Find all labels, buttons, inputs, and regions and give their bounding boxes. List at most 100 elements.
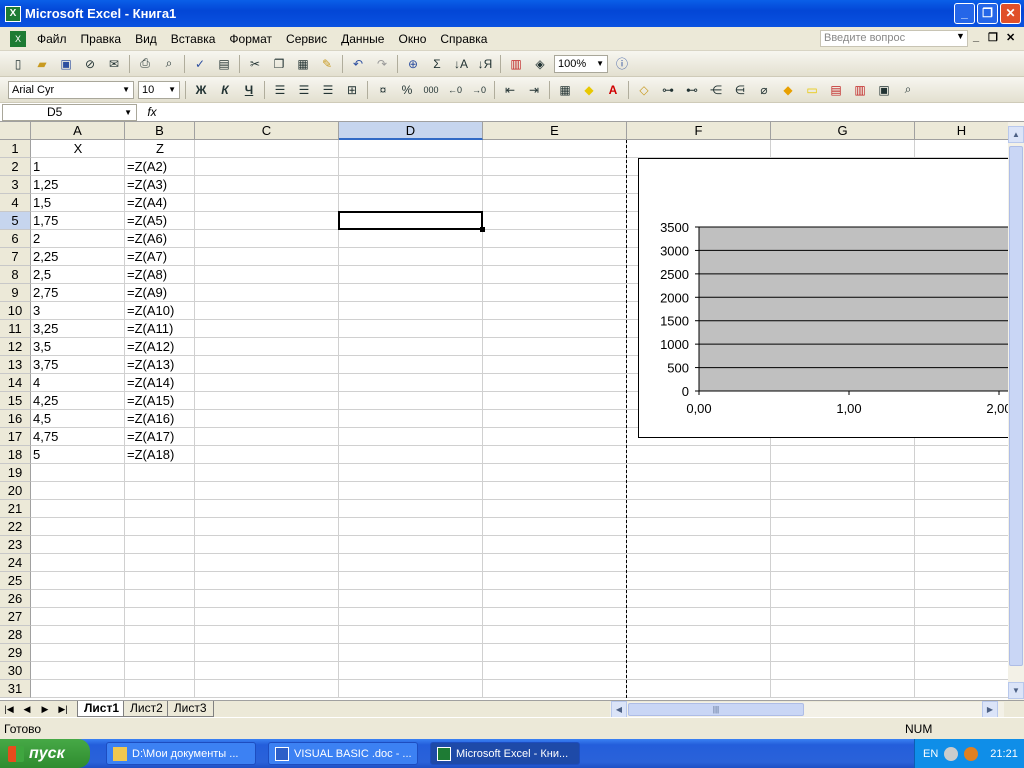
menu-format[interactable]: Формат [222, 32, 279, 46]
scroll-left-icon[interactable]: ◀ [611, 701, 627, 718]
row-header-9[interactable]: 9 [0, 284, 31, 302]
email-icon[interactable]: ✉ [103, 54, 125, 74]
restore-button[interactable]: ❐ [977, 3, 998, 24]
cell-a12[interactable]: 3,5 [31, 338, 125, 356]
language-indicator[interactable]: EN [923, 748, 938, 760]
help-question-input[interactable]: Введите вопрос [820, 30, 968, 47]
cell-a4[interactable]: 1,5 [31, 194, 125, 212]
vertical-scrollbar[interactable]: ▲ ▼ [1008, 122, 1024, 700]
row-header-24[interactable]: 24 [0, 554, 31, 572]
decrease-decimal-icon[interactable]: →0 [468, 80, 490, 100]
font-color-icon[interactable]: A [602, 80, 624, 100]
cell-b15[interactable]: =Z(A15) [125, 392, 195, 410]
evaluate-formula-icon[interactable]: ⌕ [897, 80, 919, 100]
scroll-up-icon[interactable]: ▲ [1008, 126, 1024, 143]
doc-minimize-button[interactable]: _ [973, 31, 979, 43]
cell-b6[interactable]: =Z(A6) [125, 230, 195, 248]
column-header-h[interactable]: H [915, 122, 1008, 140]
merge-center-icon[interactable]: ⊞ [341, 80, 363, 100]
column-header-e[interactable]: E [483, 122, 627, 140]
row-header-7[interactable]: 7 [0, 248, 31, 266]
cell-a6[interactable]: 2 [31, 230, 125, 248]
remove-arrows-icon[interactable]: ⊷ [681, 80, 703, 100]
currency-icon[interactable]: ¤ [372, 80, 394, 100]
sort-descending-icon[interactable]: ↓Я [474, 54, 496, 74]
sheet-tab-2[interactable]: Лист2 [123, 701, 170, 717]
formula-input[interactable] [167, 104, 1024, 121]
row-header-5[interactable]: 5 [0, 212, 31, 230]
horizontal-scrollbar[interactable]: ◀ ||| ▶ [610, 701, 1004, 718]
zoom-select[interactable]: 100% ▼ [554, 54, 608, 73]
prev-sheet-icon[interactable]: ◀ [18, 704, 36, 715]
row-header-1[interactable]: 1 [0, 140, 31, 158]
cell-b7[interactable]: =Z(A7) [125, 248, 195, 266]
increase-decimal-icon[interactable]: ←0 [444, 80, 466, 100]
selected-cell-d5[interactable] [338, 211, 483, 230]
row-header-31[interactable]: 31 [0, 680, 31, 698]
cell-b14[interactable]: =Z(A14) [125, 374, 195, 392]
row-header-29[interactable]: 29 [0, 644, 31, 662]
column-header-d[interactable]: D [339, 122, 483, 140]
cell-a14[interactable]: 4 [31, 374, 125, 392]
row-header-26[interactable]: 26 [0, 590, 31, 608]
paste-icon[interactable]: ▦ [292, 54, 314, 74]
scroll-right-icon[interactable]: ▶ [982, 701, 998, 718]
autosum-icon[interactable]: Σ [426, 54, 448, 74]
row-header-14[interactable]: 14 [0, 374, 31, 392]
new-icon[interactable]: ▯ [7, 54, 29, 74]
column-header-g[interactable]: G [771, 122, 915, 140]
circle-invalid-icon[interactable]: ▤ [825, 80, 847, 100]
start-button[interactable]: пуск [0, 739, 90, 768]
select-all-corner[interactable] [0, 122, 31, 140]
sheet-tab-3[interactable]: Лист3 [166, 701, 214, 717]
sheet-tab-1[interactable]: Лист1 [77, 701, 127, 717]
drawing-icon[interactable]: ◈ [529, 54, 551, 74]
permission-icon[interactable]: ⊘ [79, 54, 101, 74]
cell-a10[interactable]: 3 [31, 302, 125, 320]
row-header-3[interactable]: 3 [0, 176, 31, 194]
doc-close-button[interactable]: ✕ [1006, 31, 1015, 44]
chart-wizard-icon[interactable]: ▥ [505, 54, 527, 74]
row-header-21[interactable]: 21 [0, 500, 31, 518]
align-left-icon[interactable]: ☰ [269, 80, 291, 100]
cell-b18[interactable]: =Z(A18) [125, 446, 195, 464]
row-header-12[interactable]: 12 [0, 338, 31, 356]
row-header-25[interactable]: 25 [0, 572, 31, 590]
help-icon[interactable]: ⓘ [611, 54, 633, 74]
workbook-icon[interactable]: X [10, 30, 26, 47]
save-icon[interactable]: ▣ [55, 54, 77, 74]
cell-a11[interactable]: 3,25 [31, 320, 125, 338]
menu-view[interactable]: Вид [128, 32, 164, 46]
first-sheet-icon[interactable]: |◀ [0, 704, 18, 715]
next-sheet-icon[interactable]: ▶ [36, 704, 54, 715]
menu-help[interactable]: Справка [433, 32, 494, 46]
cell-b11[interactable]: =Z(A11) [125, 320, 195, 338]
minimize-button[interactable]: _ [954, 3, 975, 24]
tray-app-icon[interactable] [944, 746, 959, 761]
trace-precedents-icon[interactable]: ◇ [633, 80, 655, 100]
doc-restore-button[interactable]: ❐ [988, 31, 998, 44]
error-check-icon[interactable]: ◆ [777, 80, 799, 100]
cell-b8[interactable]: =Z(A8) [125, 266, 195, 284]
row-header-23[interactable]: 23 [0, 536, 31, 554]
print-preview-icon[interactable]: ⌕ [158, 54, 180, 74]
row-header-13[interactable]: 13 [0, 356, 31, 374]
excel-app-icon[interactable]: X [5, 5, 21, 22]
worksheet-grid[interactable]: A B C D E F G H 1 2 3 4 5 6 7 8 9 10 11 12 13 14 15 16 17 18 19 20 2… [0, 122, 1008, 700]
cell-b4[interactable]: =Z(A4) [125, 194, 195, 212]
embedded-chart[interactable]: 0 500 1000 1500 2000 2500 3000 3500 0,00 1,00 2,00 [638, 158, 1008, 438]
cell-a17[interactable]: 4,75 [31, 428, 125, 446]
help-dropdown-icon[interactable]: ▼ [956, 31, 965, 41]
row-header-19[interactable]: 19 [0, 464, 31, 482]
redo-icon[interactable]: ↷ [371, 54, 393, 74]
task-word[interactable]: VISUAL BASIC .doc - ... [268, 742, 418, 765]
cell-a18[interactable]: 5 [31, 446, 125, 464]
open-icon[interactable]: ▰ [31, 54, 53, 74]
borders-icon[interactable]: ▦ [554, 80, 576, 100]
menu-window[interactable]: Окно [391, 32, 433, 46]
column-header-b[interactable]: B [125, 122, 195, 140]
italic-button[interactable]: К [214, 80, 236, 100]
percent-button[interactable]: % [396, 80, 418, 100]
cell-a7[interactable]: 2,25 [31, 248, 125, 266]
last-sheet-icon[interactable]: ▶| [54, 704, 72, 715]
